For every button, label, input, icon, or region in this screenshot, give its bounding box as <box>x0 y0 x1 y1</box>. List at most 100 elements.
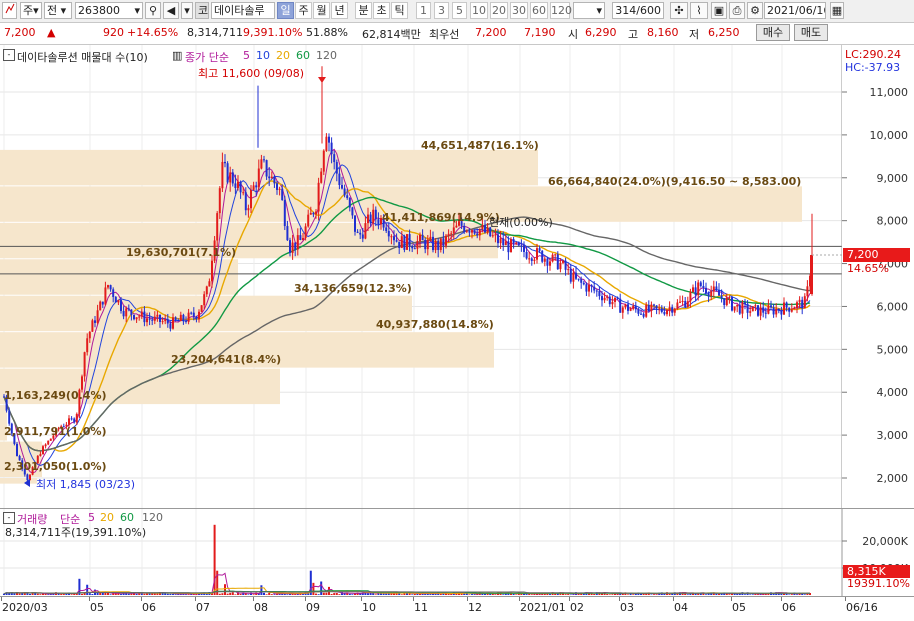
volume-bar <box>351 594 354 595</box>
volume-bar <box>143 593 146 595</box>
print-icon[interactable]: ⎙ <box>729 2 745 19</box>
stock-name-field[interactable]: 데이타솔루 <box>211 2 275 19</box>
chart-title: 데이타솔루션 매물대 수(10) <box>17 51 148 64</box>
tab-week[interactable]: 주 <box>295 2 312 19</box>
sell-button[interactable]: 매도 <box>794 24 828 41</box>
volume-bar <box>130 593 133 595</box>
volume-profile-band <box>0 259 238 295</box>
candle-body <box>564 260 567 270</box>
tab-minute[interactable]: 분 <box>355 2 372 19</box>
candle-body <box>582 282 585 285</box>
candle-body <box>75 413 78 423</box>
price-tick-label: 3,000 <box>877 429 909 442</box>
candle-body <box>330 142 333 155</box>
crosshair-icon[interactable]: ✣ <box>670 2 688 19</box>
prev-select[interactable]: 전 ▾ <box>44 2 72 19</box>
volume-chart[interactable]: 20,000K10,000K <box>0 509 914 597</box>
candle-body <box>91 320 94 332</box>
volume-bar <box>744 594 746 595</box>
chart-draw-icon[interactable]: ⌇ <box>690 2 708 19</box>
volume-bar <box>224 584 226 595</box>
candle-body <box>434 240 437 251</box>
volume-bar <box>322 592 325 595</box>
candle-body <box>806 286 809 297</box>
date-field[interactable]: 2021/06/16 <box>764 2 826 19</box>
candle-body <box>632 305 635 309</box>
price-chart-panel[interactable]: 11,000 10,000 9,000 8,000 7,000 6,000 5,000 4,0… <box>0 45 914 508</box>
candle-body <box>627 304 629 311</box>
price-chart[interactable]: 11,00010,0009,0008,0007,0006,0005,0004,0… <box>0 45 914 508</box>
candle-body <box>161 321 164 323</box>
candle-body <box>419 234 421 242</box>
candle-body <box>491 235 494 237</box>
buy-button[interactable]: 매수 <box>756 24 790 41</box>
volume-profile-band <box>0 478 37 484</box>
interval-120[interactable]: 120 <box>550 2 572 19</box>
candle-body <box>694 287 697 296</box>
candle-body <box>442 238 445 246</box>
price-tick-label: 2,000 <box>877 472 909 485</box>
interval-3[interactable]: 3 <box>434 2 449 19</box>
market-tab[interactable]: 코 <box>195 2 209 19</box>
collapse-toggle[interactable]: - <box>3 49 15 61</box>
volume-bar <box>218 593 221 595</box>
tab-month[interactable]: 월 <box>313 2 330 19</box>
interval-1[interactable]: 1 <box>416 2 431 19</box>
ma-legend-icon: ▥ <box>172 49 183 62</box>
profile-label-0: 2,301,050(1.0%) <box>4 460 107 473</box>
interval-20[interactable]: 20 <box>490 2 508 19</box>
candle-body <box>81 376 83 390</box>
volume-bar <box>653 594 655 595</box>
code-input[interactable]: 263800 ▾ <box>75 2 143 19</box>
volume-bar <box>36 593 39 595</box>
custom-interval-select[interactable]: ▾ <box>573 2 605 19</box>
volume-bar <box>718 593 720 595</box>
candle-body <box>42 446 44 455</box>
search-icon[interactable]: ⚲ <box>145 2 161 19</box>
interval-10[interactable]: 10 <box>470 2 488 19</box>
volume-collapse-toggle[interactable]: - <box>3 512 15 524</box>
candle-body <box>707 293 710 297</box>
candle-body <box>291 242 294 253</box>
candle-body <box>372 209 375 224</box>
tab-second[interactable]: 초 <box>373 2 390 19</box>
history-back-icon[interactable]: ◀ <box>163 2 179 19</box>
candle-body <box>341 185 343 189</box>
candle-body <box>385 227 388 231</box>
candle-body <box>398 241 401 249</box>
candle-body <box>517 242 520 246</box>
volume-bar <box>231 592 234 595</box>
volume-bar <box>751 594 754 595</box>
volume-bar <box>367 593 369 595</box>
count-field[interactable]: 314/600 <box>612 2 664 19</box>
tab-tick[interactable]: 틱 <box>391 2 408 19</box>
candle-body <box>166 319 169 324</box>
candle-body <box>575 272 577 279</box>
interval-60[interactable]: 60 <box>530 2 548 19</box>
candle-body <box>645 304 648 317</box>
history-dropdown-icon[interactable]: ▾ <box>181 2 193 19</box>
price-tick-label: 9,000 <box>877 172 909 185</box>
candle-body <box>86 338 89 353</box>
candle-body <box>276 183 278 190</box>
volume-bar <box>515 594 518 595</box>
chart-type-icon[interactable] <box>2 2 17 19</box>
tab-year[interactable]: 년 <box>331 2 348 19</box>
profile-label-4: 40,937,880(14.8%) <box>376 318 494 331</box>
ma-legend-60: 60 <box>296 49 310 62</box>
candle-body <box>416 241 419 249</box>
interval-30[interactable]: 30 <box>510 2 528 19</box>
save-icon[interactable]: ▣ <box>711 2 727 19</box>
volume-tick-label: 20,000K <box>862 535 908 548</box>
tab-day[interactable]: 일 <box>277 2 294 19</box>
price-tick-label: 4,000 <box>877 386 909 399</box>
candle-body <box>731 297 733 311</box>
calendar-icon[interactable]: ▦ <box>830 2 844 19</box>
gear-icon[interactable]: ⚙ <box>747 2 763 19</box>
volume-chart-panel[interactable]: 20,000K10,000K - 거래량 단순 5 20 60 120 8,31… <box>0 508 914 597</box>
candle-body <box>315 211 317 215</box>
candle-body <box>497 234 499 244</box>
volume-bar <box>99 592 102 595</box>
interval-5[interactable]: 5 <box>452 2 467 19</box>
market-select[interactable]: 주▾ <box>20 2 42 19</box>
